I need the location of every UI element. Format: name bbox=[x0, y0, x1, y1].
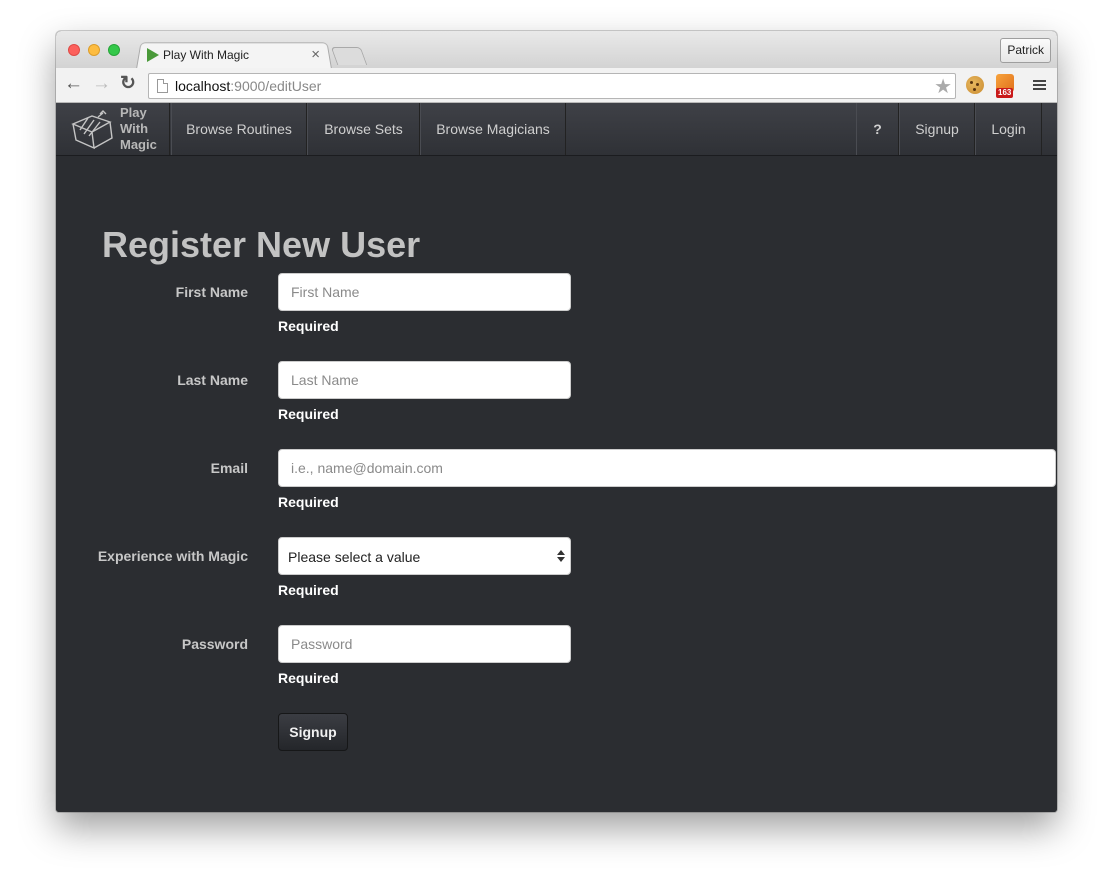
reload-icon[interactable]: ↻ bbox=[120, 74, 136, 94]
magic-book-logo-icon bbox=[71, 110, 113, 150]
browser-toolbar: ← → ↻ localhost:9000/editUser ★ 163 bbox=[56, 68, 1057, 103]
forward-arrow-icon[interactable]: → bbox=[92, 74, 111, 94]
email-input[interactable] bbox=[278, 449, 1056, 487]
first-name-label: First Name bbox=[175, 284, 248, 300]
url-path: :9000/editUser bbox=[230, 78, 322, 94]
tab-close-icon[interactable]: × bbox=[311, 46, 320, 63]
zoom-window-button[interactable] bbox=[108, 44, 120, 56]
brand-name: Play With Magic bbox=[120, 105, 157, 152]
play-favicon-icon bbox=[147, 48, 159, 62]
nav-signup[interactable]: Signup bbox=[899, 103, 975, 155]
url-host: localhost bbox=[175, 78, 231, 94]
new-tab-button[interactable] bbox=[330, 47, 368, 65]
address-bar[interactable]: localhost:9000/editUser ★ bbox=[148, 73, 956, 99]
page-title: Register New User bbox=[102, 224, 421, 265]
password-input[interactable] bbox=[278, 625, 571, 663]
browser-tab[interactable]: Play With Magic × bbox=[144, 45, 324, 67]
nav-browse-routines[interactable]: Browse Routines bbox=[171, 103, 307, 155]
password-label: Password bbox=[181, 636, 248, 652]
last-name-help: Required bbox=[278, 406, 339, 422]
tab-strip: Play With Magic × Patrick bbox=[56, 31, 1057, 69]
nav-login[interactable]: Login bbox=[975, 103, 1042, 155]
select-arrows-icon bbox=[557, 548, 565, 564]
browser-menu-icon[interactable] bbox=[1033, 80, 1046, 82]
nav-help[interactable]: ? bbox=[856, 103, 899, 155]
minimize-window-button[interactable] bbox=[88, 44, 100, 56]
browser-window: Play With Magic × Patrick ← → ↻ localhos… bbox=[56, 31, 1057, 812]
rss-count-badge: 163 bbox=[996, 88, 1014, 98]
url-text[interactable]: localhost:9000/editUser bbox=[175, 78, 321, 94]
experience-help: Required bbox=[278, 582, 339, 598]
experience-label: Experience with Magic bbox=[97, 548, 248, 564]
tab-title: Play With Magic bbox=[163, 48, 250, 62]
experience-select-value: Please select a value bbox=[288, 549, 421, 565]
nav-browse-magicians[interactable]: Browse Magicians bbox=[420, 103, 566, 155]
first-name-help: Required bbox=[278, 318, 339, 334]
email-help: Required bbox=[278, 494, 339, 510]
cookie-extension-icon[interactable] bbox=[966, 76, 984, 94]
page-icon bbox=[157, 79, 168, 93]
site-navbar: Play With Magic Browse Routines Browse S… bbox=[56, 103, 1057, 156]
nav-browse-sets[interactable]: Browse Sets bbox=[307, 103, 420, 155]
last-name-label: Last Name bbox=[177, 372, 248, 388]
brand-link[interactable]: Play With Magic bbox=[56, 103, 170, 155]
bookmark-star-icon[interactable]: ★ bbox=[934, 74, 952, 99]
password-help: Required bbox=[278, 670, 339, 686]
last-name-input[interactable] bbox=[278, 361, 571, 399]
email-label: Email bbox=[210, 460, 248, 476]
back-arrow-icon[interactable]: ← bbox=[64, 74, 83, 94]
first-name-input[interactable] bbox=[278, 273, 571, 311]
close-window-button[interactable] bbox=[68, 44, 80, 56]
signup-button[interactable]: Signup bbox=[278, 713, 348, 751]
experience-select[interactable]: Please select a value bbox=[278, 537, 571, 575]
main-content: Register New User First Name Required La… bbox=[56, 156, 1057, 812]
profile-button[interactable]: Patrick bbox=[1000, 38, 1051, 63]
